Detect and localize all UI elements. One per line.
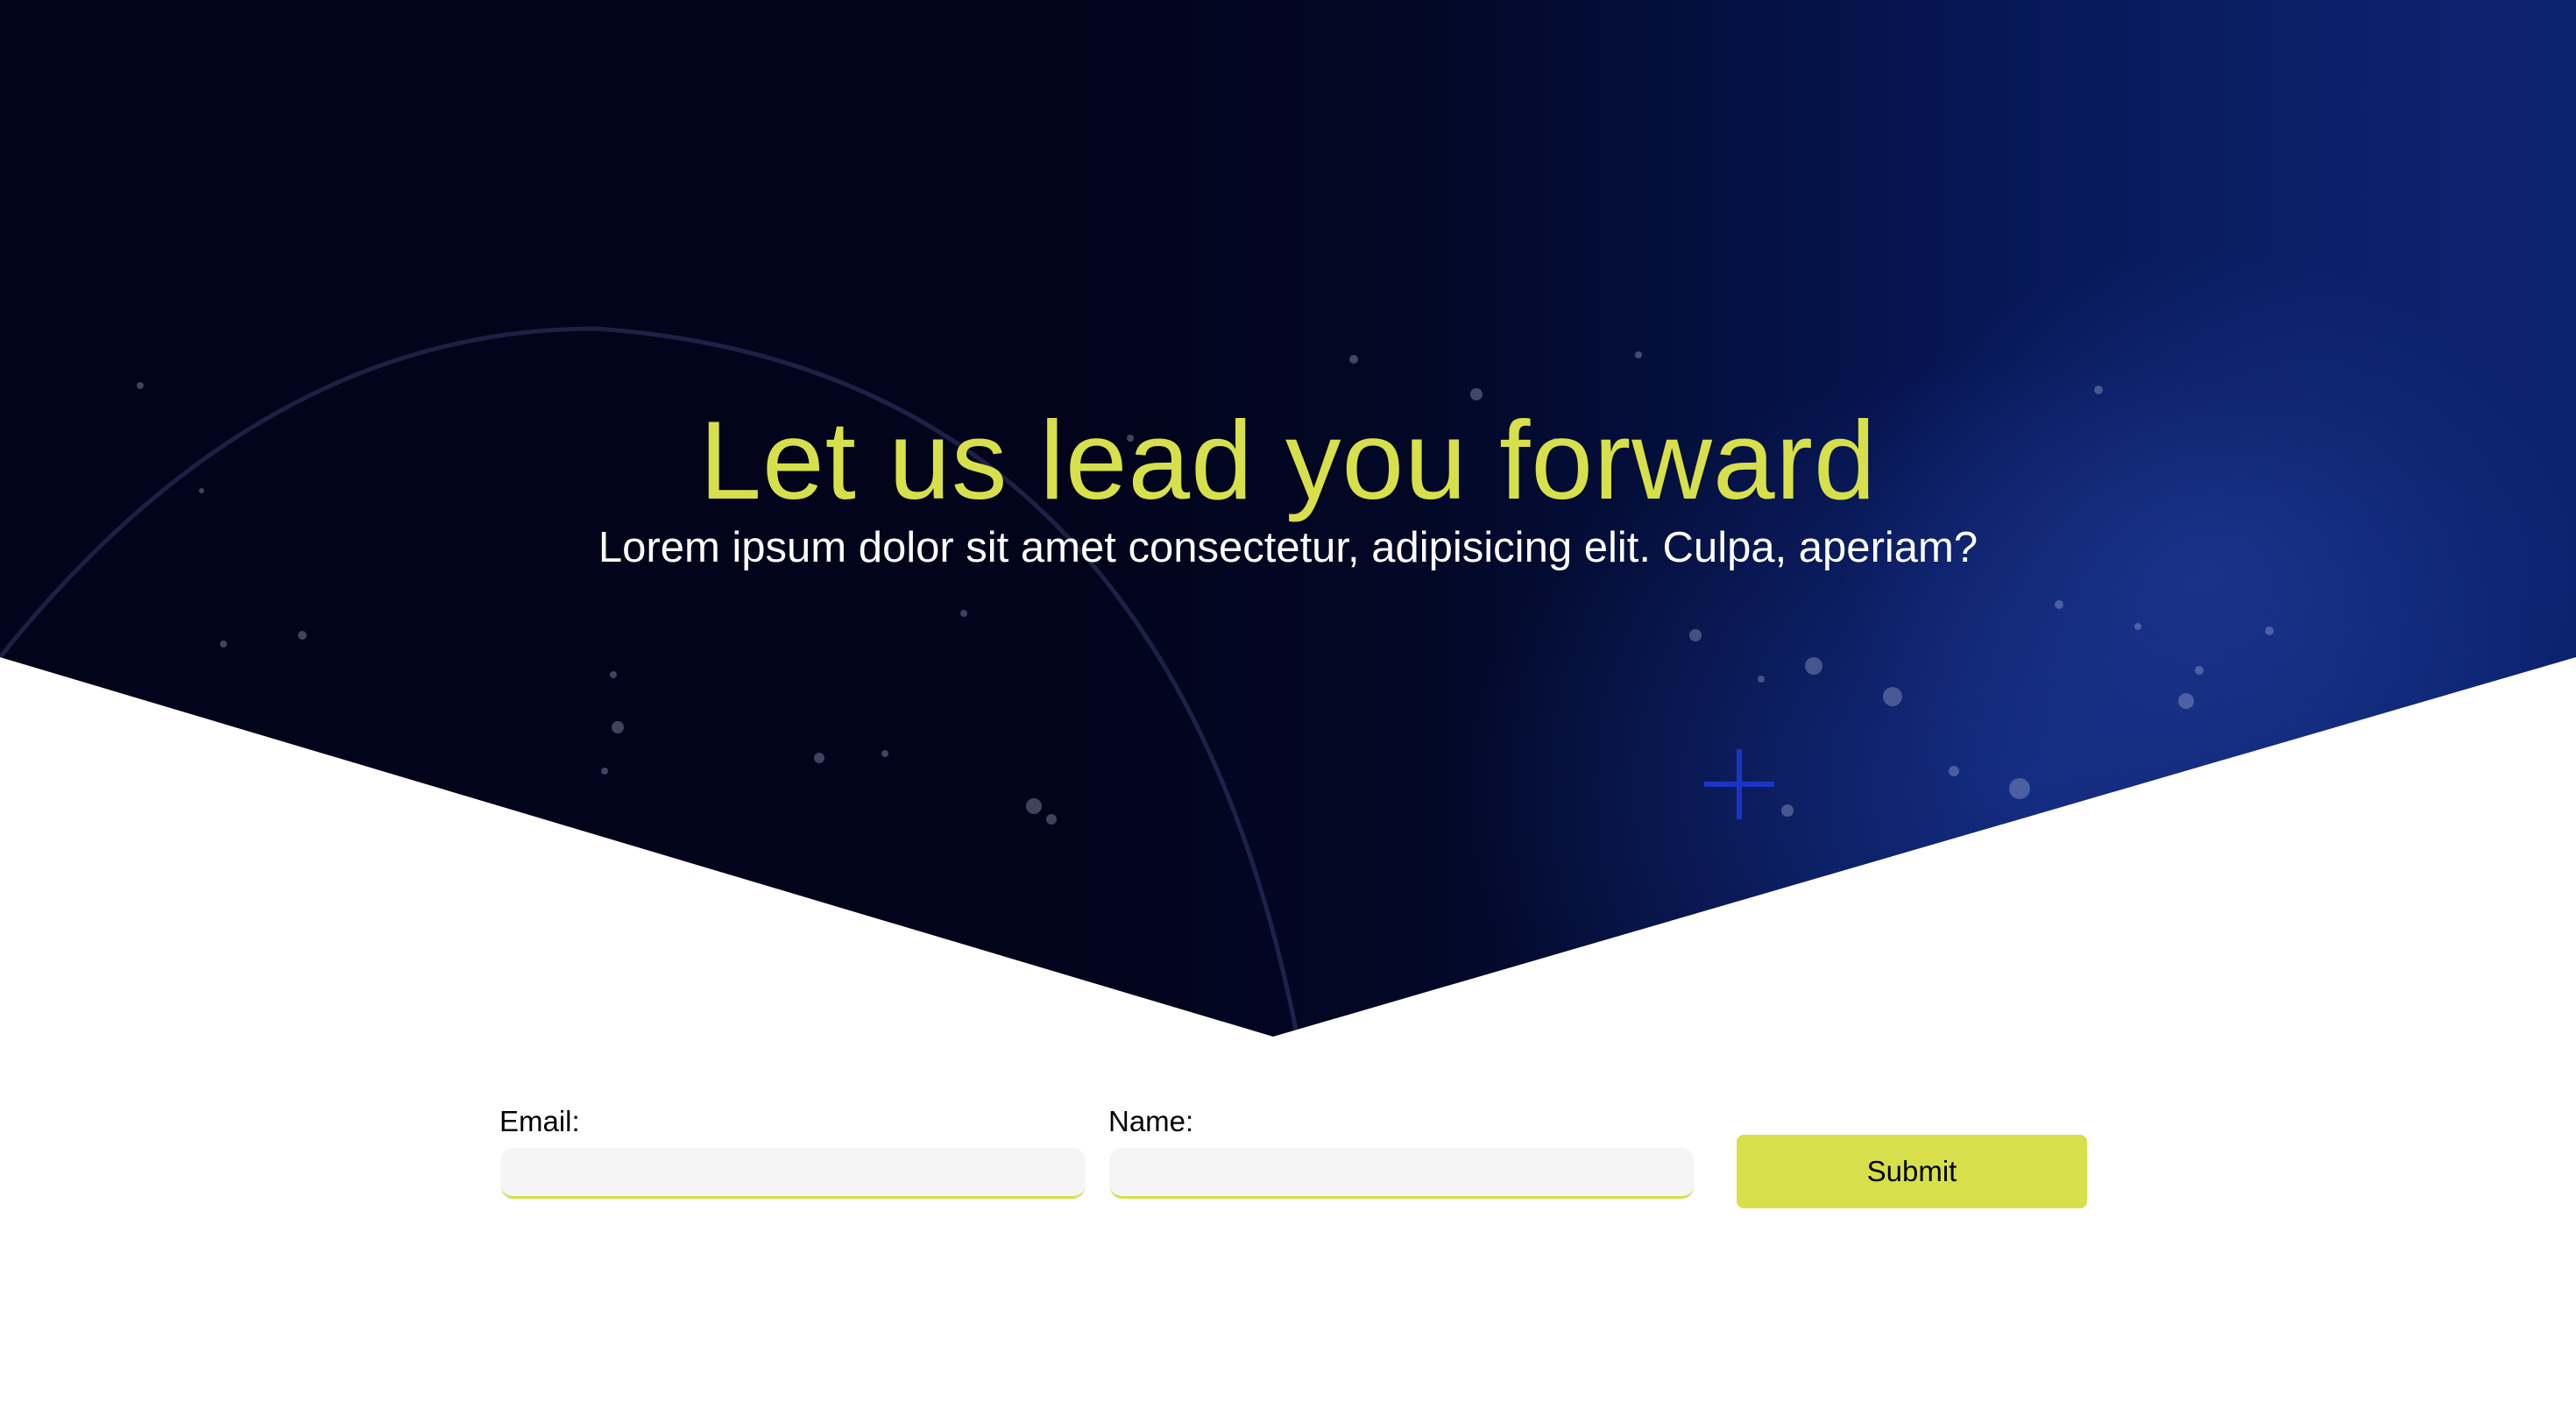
plus-icon [1704, 749, 1774, 819]
name-label: Name: [1108, 1105, 1194, 1137]
hero-section: Let us lead you forward Lorem ipsum dolo… [0, 0, 2576, 1037]
email-label: Email: [499, 1105, 580, 1137]
name-field-group: Name: [1108, 1104, 1695, 1205]
hero-title: Let us lead you forward [699, 398, 1877, 522]
submit-button[interactable]: Submit [1737, 1135, 2087, 1208]
email-field-group: Email: [499, 1104, 1086, 1205]
email-input[interactable] [501, 1148, 1085, 1199]
name-input[interactable] [1110, 1148, 1694, 1199]
page: Let us lead you forward Lorem ipsum dolo… [0, 0, 2576, 1402]
hero-subtitle: Lorem ipsum dolor sit amet consectetur, … [598, 524, 1978, 571]
